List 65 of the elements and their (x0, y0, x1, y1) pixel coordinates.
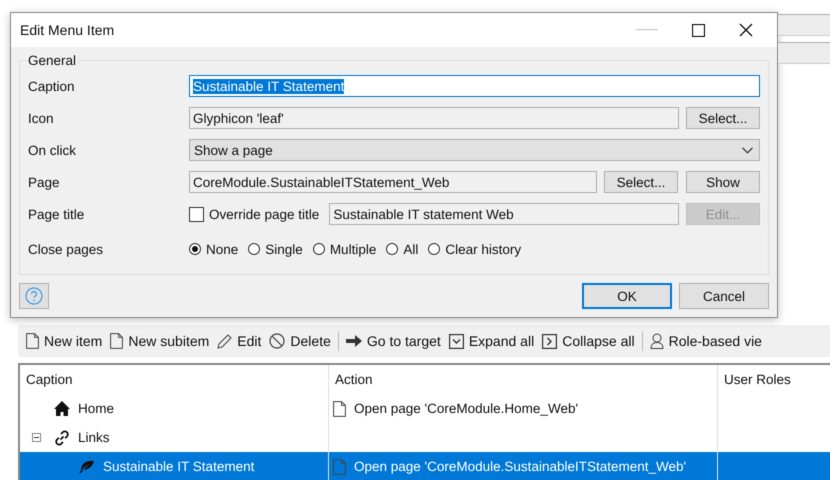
page-button[interactable]: Show (686, 171, 760, 193)
toolbar-button[interactable]: Delete (265, 333, 335, 349)
chevron-down-icon (742, 146, 753, 154)
on-click-dropdown[interactable]: Show a page (189, 139, 760, 161)
radio-button[interactable] (248, 243, 260, 255)
close-icon[interactable] (739, 23, 753, 37)
person-icon (650, 333, 664, 349)
radio-label: All (403, 242, 418, 256)
toolbar-button[interactable]: Go to target (342, 333, 445, 349)
checkbox-label: Override page title (209, 206, 320, 222)
field-label: Close pages (28, 242, 104, 256)
row-action: Open page 'CoreModule.SustainableITStatement_Web' (354, 459, 686, 474)
arrow-right-icon (346, 335, 362, 347)
toolbar-button[interactable]: Collapse all (538, 333, 639, 349)
ok-button[interactable]: OK (582, 283, 672, 309)
field-label: Caption (28, 78, 76, 94)
page-field[interactable]: CoreModule.SustainableITStatement_Web (189, 171, 597, 193)
home-icon (54, 401, 70, 416)
tree-row[interactable]: Home Open page 'CoreModule.Home_Web' (20, 394, 830, 423)
radio-label: Clear history (445, 242, 522, 256)
chevron-right-box-icon (542, 334, 558, 348)
radio-label: Single (265, 242, 303, 256)
document-icon (110, 333, 124, 349)
column-header[interactable]: User Roles (717, 365, 830, 394)
collapse-icon[interactable] (32, 433, 41, 442)
document-icon (333, 400, 346, 416)
prohibited-icon (269, 333, 286, 349)
select-button[interactable]: Select... (686, 107, 760, 129)
field-label: Page title (28, 206, 86, 222)
column-header[interactable]: Action (328, 365, 717, 394)
column-header[interactable]: Caption (20, 365, 328, 394)
window-title: Edit Menu Item (20, 22, 116, 38)
chevron-down-box-icon (448, 334, 464, 348)
icon-field[interactable]: Glyphicon 'leaf' (189, 107, 679, 129)
caption-field[interactable]: Sustainable IT Statement (189, 75, 760, 97)
page-button[interactable]: Select... (604, 171, 678, 193)
radio-label: Multiple (330, 242, 376, 256)
row-caption: Home (78, 401, 114, 416)
row-action: Open page 'CoreModule.Home_Web' (354, 401, 578, 416)
radio-label: None (206, 242, 238, 256)
checkbox[interactable] (189, 206, 204, 222)
row-caption: Sustainable IT Statement (103, 459, 254, 474)
toolbar-button[interactable]: Role-based vie (646, 333, 766, 349)
radio-button[interactable] (312, 243, 325, 255)
pencil-icon (217, 334, 232, 348)
link-icon (54, 430, 70, 446)
maximize-icon[interactable] (692, 24, 705, 36)
group-title: General (27, 53, 78, 68)
field-label: Icon (28, 110, 55, 126)
radio-button[interactable] (428, 243, 440, 255)
toolbar-button[interactable]: Edit (213, 333, 266, 349)
toolbar-button[interactable]: New item (22, 333, 106, 349)
toolbar-button[interactable]: Expand all (444, 333, 538, 349)
tree-row[interactable]: Sustainable IT Statement Open page 'CoreModule.SustainableITStatement_Web' (20, 452, 830, 480)
row-caption: Links (78, 430, 110, 445)
field-label: Page (28, 174, 61, 190)
document-icon (26, 333, 39, 349)
document-icon (333, 458, 346, 474)
toolbar-button[interactable]: New subitem (106, 333, 214, 349)
leaf-icon (78, 460, 95, 474)
field-label: On click (28, 142, 78, 158)
cancel-button[interactable]: Cancel (679, 283, 769, 309)
radio-button[interactable] (189, 243, 201, 255)
radio-button[interactable] (386, 243, 398, 255)
page-title-field[interactable]: Sustainable IT statement Web (329, 203, 679, 225)
